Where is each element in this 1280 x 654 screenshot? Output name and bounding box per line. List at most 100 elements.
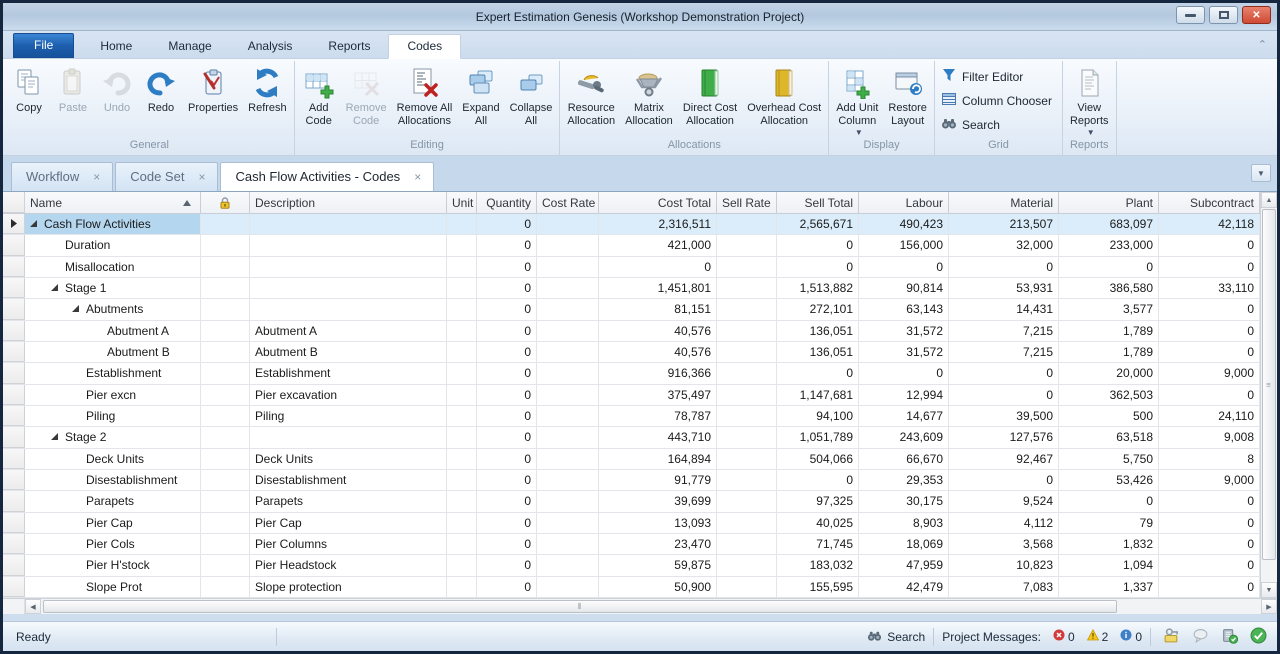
tree-expander-icon[interactable]	[72, 305, 86, 313]
ribbon-button-collapse-all[interactable]: Collapse All	[505, 63, 558, 129]
vertical-scroll-thumb[interactable]: ≡	[1262, 209, 1276, 560]
cell-description[interactable]: Deck Units	[250, 449, 447, 469]
cell-cost_rate[interactable]	[537, 427, 599, 447]
ribbon-button-view-reports[interactable]: View Reports▼	[1065, 63, 1114, 138]
cell-quantity[interactable]: 0	[477, 555, 537, 575]
cell-lock[interactable]	[201, 342, 250, 362]
cell-plant[interactable]: 3,577	[1059, 299, 1159, 319]
cell-sell_total[interactable]: 71,745	[777, 534, 859, 554]
ribbon-tab-manage[interactable]: Manage	[150, 35, 229, 58]
cell-unit[interactable]	[447, 470, 477, 490]
cell-description[interactable]	[250, 257, 447, 277]
cell-cost_rate[interactable]	[537, 385, 599, 405]
cell-material[interactable]: 7,215	[949, 342, 1059, 362]
cell-name[interactable]: Disestablishment	[25, 470, 201, 490]
cell-cost_total[interactable]: 13,093	[599, 513, 717, 533]
column-header-material[interactable]: Material	[949, 192, 1059, 213]
cell-subcontract[interactable]: 9,000	[1159, 363, 1260, 383]
cell-cost_rate[interactable]	[537, 555, 599, 575]
cell-plant[interactable]: 1,832	[1059, 534, 1159, 554]
cell-sell_total[interactable]: 97,325	[777, 491, 859, 511]
cell-plant[interactable]: 63,518	[1059, 427, 1159, 447]
ribbon-button-direct-cost-allocation[interactable]: Direct Cost Allocation	[678, 63, 742, 129]
column-header-lock[interactable]	[201, 192, 250, 213]
cell-lock[interactable]	[201, 449, 250, 469]
cell-material[interactable]: 213,507	[949, 214, 1059, 234]
table-row[interactable]: Abutment BAbutment B040,576136,05131,572…	[3, 342, 1260, 363]
close-button[interactable]: ✕	[1242, 6, 1271, 24]
maximize-button[interactable]	[1209, 6, 1238, 24]
table-row[interactable]: Duration0421,0000156,00032,000233,0000	[3, 235, 1260, 256]
cell-lock[interactable]	[201, 470, 250, 490]
cell-cost_rate[interactable]	[537, 257, 599, 277]
cell-subcontract[interactable]: 0	[1159, 257, 1260, 277]
scroll-up-button[interactable]: ▲	[1261, 192, 1277, 208]
cell-unit[interactable]	[447, 321, 477, 341]
messages-chat-icon[interactable]	[1192, 627, 1209, 647]
cell-cost_rate[interactable]	[537, 214, 599, 234]
table-row[interactable]: Cash Flow Activities02,316,5112,565,6714…	[3, 214, 1260, 235]
cell-lock[interactable]	[201, 491, 250, 511]
column-header-plant[interactable]: Plant	[1059, 192, 1159, 213]
cell-description[interactable]	[250, 427, 447, 447]
cell-plant[interactable]: 0	[1059, 257, 1159, 277]
cell-plant[interactable]: 386,580	[1059, 278, 1159, 298]
cell-sell_total[interactable]: 1,051,789	[777, 427, 859, 447]
project-ok-icon[interactable]	[1250, 627, 1267, 647]
cell-sell_rate[interactable]	[717, 299, 777, 319]
tab-close-icon[interactable]: ×	[198, 170, 205, 184]
cell-material[interactable]: 10,823	[949, 555, 1059, 575]
cell-plant[interactable]: 1,094	[1059, 555, 1159, 575]
cell-cost_total[interactable]: 916,366	[599, 363, 717, 383]
cell-subcontract[interactable]: 0	[1159, 385, 1260, 405]
cell-cost_rate[interactable]	[537, 235, 599, 255]
tab-list-dropdown-button[interactable]: ▼	[1251, 164, 1271, 182]
table-row[interactable]: Misallocation0000000	[3, 257, 1260, 278]
ribbon-tab-home[interactable]: Home	[82, 35, 150, 58]
column-header-subcontract[interactable]: Subcontract	[1159, 192, 1260, 213]
cell-name[interactable]: Cash Flow Activities	[25, 214, 201, 234]
permissions-icon[interactable]	[1163, 627, 1180, 647]
cell-cost_total[interactable]: 40,576	[599, 321, 717, 341]
ribbon-button-redo[interactable]: Redo	[139, 63, 183, 116]
cell-plant[interactable]: 53,426	[1059, 470, 1159, 490]
cell-cost_total[interactable]: 164,894	[599, 449, 717, 469]
tab-close-icon[interactable]: ×	[414, 170, 421, 184]
cell-quantity[interactable]: 0	[477, 449, 537, 469]
cell-sell_total[interactable]: 1,147,681	[777, 385, 859, 405]
cell-material[interactable]: 127,576	[949, 427, 1059, 447]
cell-plant[interactable]: 79	[1059, 513, 1159, 533]
ribbon-button-properties[interactable]: Properties	[183, 63, 243, 116]
cell-labour[interactable]: 0	[859, 363, 949, 383]
cell-labour[interactable]: 8,903	[859, 513, 949, 533]
cell-cost_total[interactable]: 50,900	[599, 577, 717, 597]
tree-expander-icon[interactable]	[30, 220, 44, 228]
cell-material[interactable]: 3,568	[949, 534, 1059, 554]
cell-cost_total[interactable]: 91,779	[599, 470, 717, 490]
cell-description[interactable]: Parapets	[250, 491, 447, 511]
cell-lock[interactable]	[201, 406, 250, 426]
document-tab-cash-flow-activities-codes[interactable]: Cash Flow Activities - Codes×	[220, 162, 434, 191]
cell-sell_rate[interactable]	[717, 427, 777, 447]
cell-quantity[interactable]: 0	[477, 299, 537, 319]
cell-sell_total[interactable]: 40,025	[777, 513, 859, 533]
cell-cost_rate[interactable]	[537, 491, 599, 511]
cell-sell_total[interactable]: 0	[777, 257, 859, 277]
cell-name[interactable]: Stage 1	[25, 278, 201, 298]
ribbon-tab-reports[interactable]: Reports	[310, 35, 388, 58]
cell-material[interactable]: 0	[949, 363, 1059, 383]
cell-sell_rate[interactable]	[717, 406, 777, 426]
cell-sell_total[interactable]: 0	[777, 363, 859, 383]
cell-unit[interactable]	[447, 577, 477, 597]
cell-cost_total[interactable]: 1,451,801	[599, 278, 717, 298]
cell-quantity[interactable]: 0	[477, 321, 537, 341]
cell-lock[interactable]	[201, 363, 250, 383]
cell-description[interactable]	[250, 214, 447, 234]
cell-sell_rate[interactable]	[717, 534, 777, 554]
cell-material[interactable]: 14,431	[949, 299, 1059, 319]
cell-description[interactable]: Piling	[250, 406, 447, 426]
cell-material[interactable]: 0	[949, 470, 1059, 490]
cell-labour[interactable]: 14,677	[859, 406, 949, 426]
ribbon-button-add-code[interactable]: Add Code	[297, 63, 341, 129]
cell-unit[interactable]	[447, 299, 477, 319]
